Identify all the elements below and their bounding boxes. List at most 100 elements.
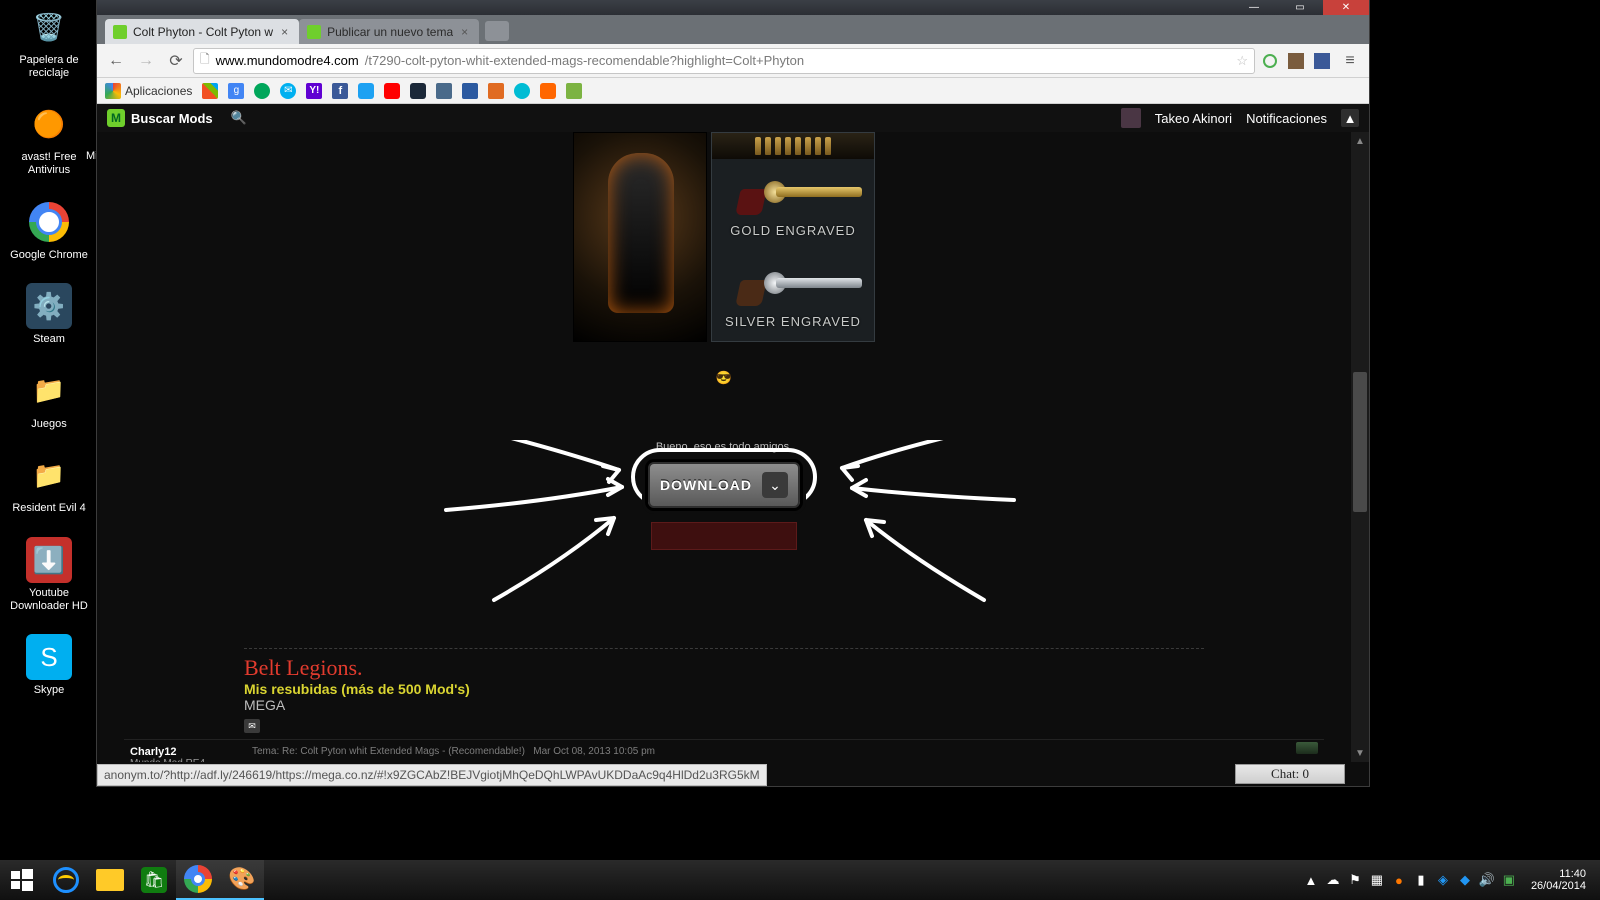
extension-icon[interactable] — [1311, 50, 1333, 72]
bookmark-item[interactable] — [488, 83, 504, 99]
forward-button[interactable]: → — [133, 48, 159, 74]
taskbar-store-button[interactable]: 🛍 — [132, 860, 176, 900]
sig-line-2[interactable]: Mis resubidas (más de 500 Mod's) — [244, 681, 1204, 697]
scroll-thumb[interactable] — [1353, 372, 1367, 512]
desktop-icon-image: 🗑️ — [26, 4, 72, 50]
desktop-icon[interactable]: 🗑️Papelera de reciclaje — [6, 4, 92, 79]
bookmark-item[interactable] — [566, 83, 582, 99]
pm-icon[interactable]: ✉ — [244, 719, 260, 733]
desktop-icon[interactable]: 📁Juegos — [6, 368, 92, 431]
bookmark-item[interactable]: Y! — [306, 83, 322, 99]
desktop-icon[interactable]: SSkype — [6, 634, 92, 697]
apps-button[interactable]: Aplicaciones — [105, 83, 192, 99]
tray-graphics-icon[interactable]: ▦ — [1369, 872, 1385, 888]
download-button[interactable]: DOWNLOAD ⌄ — [648, 462, 800, 508]
bookmark-item[interactable] — [410, 83, 426, 99]
site-logo-icon[interactable]: M — [107, 109, 125, 127]
windows-logo-icon — [11, 869, 33, 891]
desktop-icon-label: Resident Evil 4 — [6, 502, 92, 515]
extension-icon[interactable] — [1259, 50, 1281, 72]
bookmark-item[interactable] — [462, 83, 478, 99]
bookmark-star-icon[interactable]: ☆ — [1236, 53, 1248, 69]
window-maximize-button[interactable]: ▭ — [1277, 0, 1323, 15]
search-mods-link[interactable]: Buscar Mods — [131, 111, 213, 126]
desktop-icon-label: Juegos — [6, 418, 92, 431]
page-viewport: M Buscar Mods 🔍 Takeo Akinori Notificaci… — [97, 104, 1369, 786]
chrome-menu-button[interactable]: ≡ — [1337, 48, 1363, 74]
window-close-button[interactable]: ✕ — [1323, 0, 1369, 15]
desktop-icon-label: avast! Free Antivirus — [6, 151, 92, 176]
desktop-icon[interactable]: Google Chrome — [6, 199, 92, 262]
tray-app-icon[interactable]: ◆ — [1457, 872, 1473, 888]
desktop-icon-image: ⬇️ — [26, 537, 72, 583]
desktop-icon-label: Youtube Downloader HD — [6, 587, 92, 612]
extension-icon[interactable] — [1285, 50, 1307, 72]
user-avatar[interactable] — [1121, 108, 1141, 128]
tab-close-icon[interactable]: × — [281, 25, 293, 37]
bookmark-item[interactable] — [254, 83, 270, 99]
tray-bluetooth-icon[interactable]: ◈ — [1435, 872, 1451, 888]
url-path: /t7290-colt-pyton-whit-extended-mags-rec… — [365, 53, 804, 68]
reload-button[interactable]: ⟳ — [163, 48, 189, 74]
notifications-link[interactable]: Notificaciones — [1246, 111, 1327, 126]
browser-tab[interactable]: Colt Phyton - Colt Pyton w × — [105, 19, 299, 44]
status-bar-link: anonym.to/?http://adf.ly/246619/https://… — [97, 764, 767, 786]
bookmark-item[interactable]: g — [228, 83, 244, 99]
taskbar-clock[interactable]: 11:40 26/04/2014 — [1523, 868, 1594, 892]
scroll-up-arrow-icon[interactable]: ▲ — [1351, 132, 1369, 150]
bookmark-item[interactable] — [540, 83, 556, 99]
desktop-icon-label: Skype — [6, 684, 92, 697]
bookmark-item[interactable] — [384, 83, 400, 99]
gold-gun-image — [720, 165, 866, 219]
reply-meta: Tema: Re: Colt Pyton whit Extended Mags … — [252, 746, 1316, 757]
tray-app2-icon[interactable]: ▣ — [1501, 872, 1517, 888]
reply-username[interactable]: Charly12 — [130, 746, 238, 758]
tab-title: Publicar un nuevo tema — [327, 25, 453, 39]
desktop-icon[interactable]: 📁Resident Evil 4 — [6, 452, 92, 515]
taskbar-ie-button[interactable] — [44, 860, 88, 900]
scroll-top-icon[interactable]: ▲ — [1341, 109, 1359, 127]
tray-volume-icon[interactable]: 🔊 — [1479, 872, 1495, 888]
system-tray: ▲ ☁ ⚑ ▦ ● ▮ ◈ ◆ 🔊 ▣ 11:40 26/04/2014 — [1303, 868, 1600, 892]
tab-title: Colt Phyton - Colt Pyton w — [133, 25, 273, 39]
scroll-down-arrow-icon[interactable]: ▼ — [1351, 744, 1369, 762]
bookmark-item[interactable]: ✉ — [280, 83, 296, 99]
tray-flag-icon[interactable]: ⚑ — [1347, 872, 1363, 888]
new-tab-button[interactable] — [485, 21, 509, 41]
back-button[interactable]: ← — [103, 48, 129, 74]
page-scrollbar[interactable]: ▲ ▼ — [1351, 132, 1369, 762]
bookmark-item[interactable] — [436, 83, 452, 99]
search-icon[interactable]: 🔍 — [231, 110, 247, 126]
bookmark-item[interactable] — [202, 83, 218, 99]
sig-line-1[interactable]: Belt Legions. — [244, 655, 1204, 681]
address-bar[interactable]: 🗋 www.mundomodre4.com/t7290-colt-pyton-w… — [193, 48, 1255, 74]
chrome-window: — ▭ ✕ Colt Phyton - Colt Pyton w×Publica… — [97, 0, 1369, 786]
post-image-row: GOLD ENGRAVED SILVER ENGRAVED — [124, 132, 1324, 342]
bookmark-item[interactable] — [514, 83, 530, 99]
browser-tab[interactable]: Publicar un nuevo tema × — [299, 19, 479, 44]
tray-onedrive-icon[interactable]: ☁ — [1325, 872, 1341, 888]
tray-show-hidden-icon[interactable]: ▲ — [1303, 872, 1319, 888]
sig-line-3[interactable]: MEGA — [244, 697, 1204, 713]
tab-close-icon[interactable]: × — [461, 25, 473, 37]
taskbar-explorer-button[interactable] — [88, 860, 132, 900]
bookmark-item[interactable]: f — [332, 83, 348, 99]
desktop-icon[interactable]: ⚙️Steam — [6, 283, 92, 346]
desktop-icon[interactable]: ⬇️ Youtube Downloader HD — [6, 537, 92, 612]
desktop-icon[interactable]: 🟠 avast! Free Antivirus — [6, 101, 92, 176]
tray-network-icon[interactable]: ▮ — [1413, 872, 1429, 888]
window-minimize-button[interactable]: — — [1231, 0, 1277, 15]
desktop-icon-image: 🟠 — [26, 101, 72, 147]
red-bar — [651, 522, 797, 550]
taskbar-chrome-button[interactable] — [176, 860, 220, 900]
online-badge — [1296, 742, 1318, 754]
reply-user-panel: Charly12 Mundo Mod RE4 Aniversario Mensa… — [124, 740, 244, 762]
clock-time: 11:40 — [1531, 868, 1586, 880]
start-button[interactable] — [0, 860, 44, 900]
bookmark-item[interactable] — [358, 83, 374, 99]
taskbar-paint-button[interactable]: 🎨 — [220, 860, 264, 900]
reply-post: Charly12 Mundo Mod RE4 Aniversario Mensa… — [124, 739, 1324, 762]
chat-tab[interactable]: Chat: 0 — [1235, 764, 1345, 784]
tray-avast-icon[interactable]: ● — [1391, 872, 1407, 888]
username-link[interactable]: Takeo Akinori — [1155, 111, 1232, 126]
